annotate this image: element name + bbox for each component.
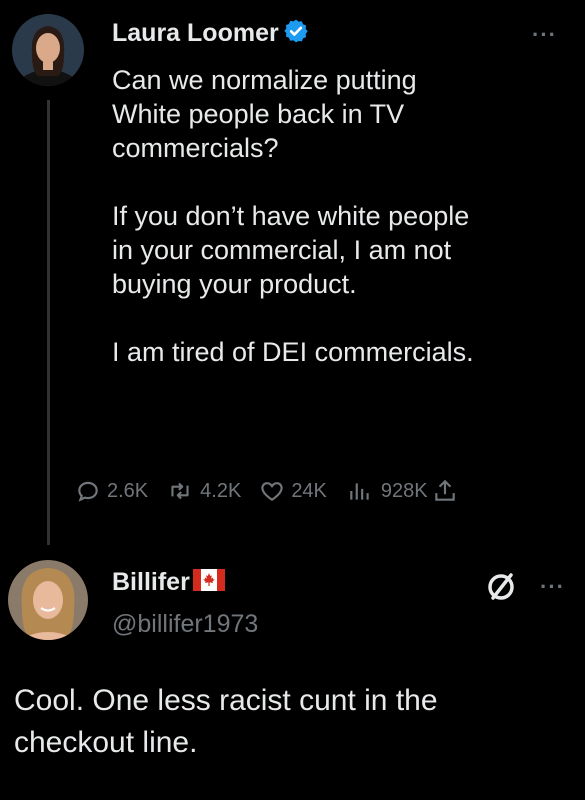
reply-icon xyxy=(78,481,98,502)
like-button[interactable]: 24K xyxy=(259,478,327,504)
action-bar: 2.6K 4.2K 24K 928K xyxy=(75,478,468,504)
views-button[interactable]: 928K xyxy=(345,478,428,504)
reply-author-handle[interactable]: @billifer1973 xyxy=(112,610,258,639)
views-icon xyxy=(350,483,369,500)
like-count: 24K xyxy=(291,479,327,502)
share-button[interactable] xyxy=(432,478,464,504)
reply-button[interactable]: 2.6K xyxy=(75,478,148,504)
reply-text: Cool. One less racist cunt in the checko… xyxy=(14,684,438,759)
reply-more-options-button[interactable]: ··· xyxy=(540,576,565,598)
more-options-button[interactable]: ··· xyxy=(532,24,557,46)
reply-author-avatar[interactable] xyxy=(8,560,88,640)
canada-flag-icon xyxy=(192,568,225,598)
views-count: 928K xyxy=(380,479,428,502)
reply-author-name[interactable]: Billifer xyxy=(112,568,225,598)
thread-line xyxy=(47,100,50,545)
like-icon xyxy=(261,482,284,501)
verified-badge-icon xyxy=(283,18,309,51)
share-icon xyxy=(434,479,455,501)
repost-icon xyxy=(171,482,189,500)
slashed-circle-icon[interactable] xyxy=(484,570,518,609)
author-avatar[interactable] xyxy=(12,14,84,86)
reply-count: 2.6K xyxy=(107,479,149,502)
tweet-text: Can we normalize putting White people ba… xyxy=(112,65,474,367)
repost-button[interactable]: 4.2K xyxy=(166,478,241,504)
repost-count: 4.2K xyxy=(200,479,242,502)
author-name[interactable]: Laura Loomer xyxy=(112,18,309,51)
